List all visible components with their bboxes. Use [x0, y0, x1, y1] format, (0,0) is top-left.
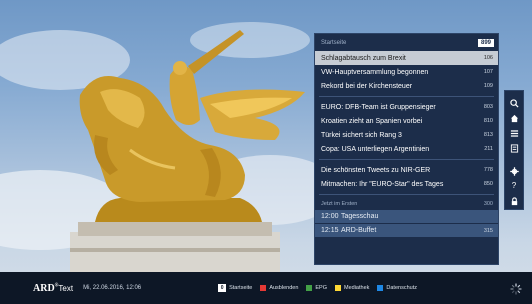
list-icon[interactable]	[508, 128, 520, 139]
schedule-show-page: 315	[483, 227, 493, 234]
sports-page: 803	[483, 104, 493, 110]
schedule-show: Tagesschau	[341, 213, 379, 220]
misc-item[interactable]: Mitmachen: Ihr "EURO-Star" des Tages 850	[315, 177, 498, 191]
green-key-icon	[306, 285, 313, 291]
key-zero-icon: 0	[218, 284, 227, 292]
button-label: Startseite	[229, 285, 253, 291]
news-item[interactable]: Schlagabtausch zum Brexit 106	[315, 51, 498, 65]
misc-title: Mitmachen: Ihr "EURO-Star" des Tages	[321, 180, 444, 188]
teletext-header: Startseite 899	[315, 34, 498, 51]
news-title: Rekord bei der Kirchensteuer	[321, 82, 413, 90]
logo-text: ARD	[33, 282, 55, 294]
red-key-icon	[260, 285, 267, 291]
page-number-badge[interactable]: 899	[477, 38, 494, 47]
news-page: 106	[483, 55, 493, 61]
datenschutz-button[interactable]: Datenschutz	[377, 285, 417, 291]
side-icon-rail: ?	[504, 90, 524, 210]
schedule-label: Jetzt im Ersten	[321, 200, 358, 207]
news-item[interactable]: VW-Hauptversammlung begonnen 107	[315, 65, 498, 79]
teletext-panel: Startseite 899 Schlagabtausch zum Brexit…	[314, 33, 499, 265]
schedule-page: 300	[483, 200, 493, 207]
help-icon[interactable]: ?	[508, 181, 520, 192]
button-label: EPG	[315, 285, 328, 291]
loading-spinner-icon	[510, 282, 522, 295]
news-title: VW-Hauptversammlung begonnen	[321, 68, 429, 76]
epg-button[interactable]: EPG	[306, 285, 327, 291]
sports-title: Kroatien zieht an Spanien vorbei	[321, 117, 423, 125]
datetime: Mi, 22.06.2016, 12:06	[83, 285, 142, 291]
news-title: Schlagabtausch zum Brexit	[321, 54, 406, 62]
schedule-item[interactable]: 12:15 ARD-Buffet 315	[315, 224, 498, 237]
sports-item[interactable]: Copa: USA unterliegen Argentinien 211	[315, 142, 498, 156]
ausblenden-button[interactable]: Ausblenden	[260, 285, 298, 291]
button-label: Datenschutz	[386, 285, 417, 291]
misc-item[interactable]: Die schönsten Tweets zu NIR-GER 778	[315, 163, 498, 177]
mediathek-button[interactable]: Mediathek	[335, 285, 369, 291]
sports-title: EURO: DFB-Team ist Gruppensieger	[321, 103, 436, 111]
home-icon[interactable]	[508, 113, 520, 124]
sports-item[interactable]: EURO: DFB-Team ist Gruppensieger 803	[315, 100, 498, 114]
sports-item[interactable]: Kroatien zieht an Spanien vorbei 810	[315, 114, 498, 128]
sports-title: Türkei sichert sich Rang 3	[321, 131, 402, 139]
divider	[319, 96, 494, 97]
schedule-show: ARD-Buffet	[341, 227, 377, 234]
schedule-time: 12:00	[321, 213, 339, 220]
schedule-header: Jetzt im Ersten 300	[315, 198, 498, 209]
misc-title: Die schönsten Tweets zu NIR-GER	[321, 166, 431, 174]
sports-page: 813	[483, 132, 493, 138]
teletext-header-label: Startseite	[321, 39, 347, 46]
misc-page: 850	[483, 181, 493, 187]
gear-icon[interactable]	[508, 166, 520, 177]
news-page: 109	[483, 83, 493, 89]
bottom-bar: ARD®Text Mi, 22.06.2016, 12:06 0 Startse…	[0, 272, 532, 304]
divider	[319, 159, 494, 160]
schedule-time: 12:15	[321, 227, 339, 234]
news-item[interactable]: Rekord bei der Kirchensteuer 109	[315, 79, 498, 93]
divider	[319, 194, 494, 195]
search-icon[interactable]	[508, 98, 520, 109]
news-page: 107	[483, 69, 493, 75]
blue-key-icon	[377, 285, 384, 291]
logo-suffix: Text	[58, 283, 74, 293]
startseite-button[interactable]: 0 Startseite	[218, 284, 252, 292]
ard-text-logo: ARD®Text	[33, 283, 73, 294]
index-icon[interactable]	[508, 143, 520, 154]
button-label: Mediathek	[344, 285, 370, 291]
sports-title: Copa: USA unterliegen Argentinien	[321, 145, 430, 153]
misc-page: 778	[483, 167, 493, 173]
lock-icon[interactable]	[508, 196, 520, 207]
sports-page: 211	[484, 146, 493, 152]
sports-item[interactable]: Türkei sichert sich Rang 3 813	[315, 128, 498, 142]
schedule-item[interactable]: 12:00 Tagesschau	[315, 210, 498, 223]
yellow-key-icon	[335, 285, 342, 291]
sports-page: 810	[483, 118, 493, 124]
button-label: Ausblenden	[269, 285, 299, 291]
